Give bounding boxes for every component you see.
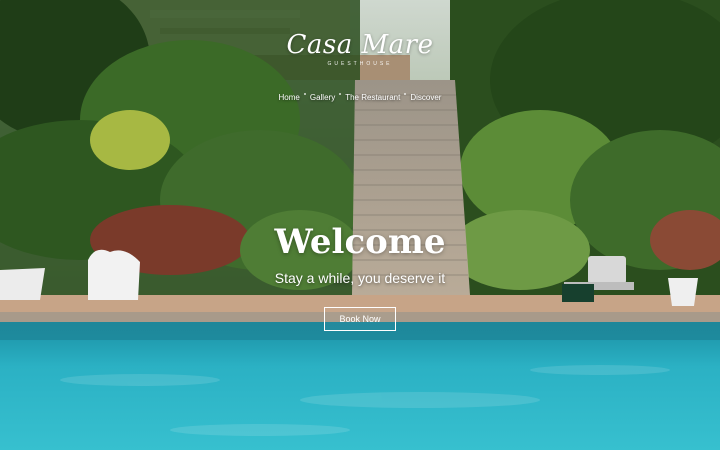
nav-item-label: Home (278, 93, 300, 102)
nav-item-the-restaurant[interactable]: The Restaurant (345, 93, 400, 102)
nav-separator (303, 93, 306, 95)
nav-item-label: Discover (410, 93, 442, 102)
book-now-button[interactable]: Book Now (324, 307, 396, 331)
nav-item-discover[interactable]: Discover (410, 93, 441, 102)
hero-tagline: Stay a while, you deserve it (274, 270, 446, 286)
brand-logo[interactable]: Casa Mare GUESTHOUSE (0, 30, 720, 67)
nav-item-label: Gallery (309, 93, 336, 102)
hero-section: Casa Mare GUESTHOUSE Home Gallery The Re… (0, 0, 720, 450)
nav-separator (339, 93, 342, 95)
nav-separator (404, 93, 407, 95)
nav-item-label: The Restaurant (345, 93, 401, 102)
nav-item-home[interactable]: Home (279, 93, 300, 102)
brand-name: Casa Mare (286, 30, 434, 60)
nav-item-gallery[interactable]: Gallery (310, 93, 335, 102)
brand-subtitle: GUESTHOUSE (327, 61, 393, 67)
main-navigation: Home Gallery The Restaurant Discover (0, 93, 720, 102)
hero-title: Welcome (274, 222, 446, 262)
